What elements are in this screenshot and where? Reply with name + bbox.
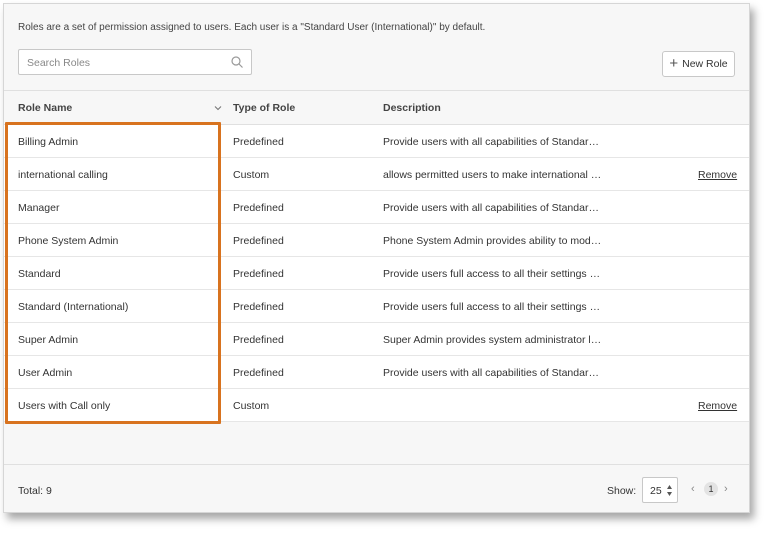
table-footer: Total: 9 Show: 25 ‹ 1 › xyxy=(4,464,749,512)
role-description-cell: Phone System Admin provides ability to m… xyxy=(383,235,603,247)
previous-page-button[interactable]: ‹ xyxy=(691,483,695,495)
role-name-cell: Users with Call only xyxy=(18,400,111,412)
table-row[interactable]: Users with Call only Custom Remove xyxy=(4,389,749,422)
page-size-select[interactable]: 25 xyxy=(642,477,678,503)
search-placeholder: Search Roles xyxy=(27,57,91,69)
role-name-cell: User Admin xyxy=(18,367,73,379)
role-type-cell: Predefined xyxy=(233,367,284,379)
role-description-cell: Provide users with all capabilities of S… xyxy=(383,367,603,379)
table-row[interactable]: international calling Custom allows permit… xyxy=(4,158,749,191)
table-row[interactable]: Billing Admin Predefined Provide users wit… xyxy=(4,125,749,158)
total-count: Total: 9 xyxy=(18,485,52,497)
search-input[interactable]: Search Roles xyxy=(18,49,252,75)
role-name-cell: Standard xyxy=(18,268,61,280)
role-description-cell: Super Admin provides system administrato… xyxy=(383,334,603,346)
new-role-label: New Role xyxy=(682,58,728,70)
role-type-cell: Predefined xyxy=(233,334,284,346)
role-name-cell: Super Admin xyxy=(18,334,79,346)
column-header-role-name[interactable]: Role Name xyxy=(18,102,72,114)
new-role-button[interactable]: + New Role xyxy=(662,51,735,77)
intro-text: Roles are a set of permission assigned t… xyxy=(18,22,486,33)
chevron-down-icon[interactable] xyxy=(213,103,223,113)
role-type-cell: Predefined xyxy=(233,136,284,148)
role-description-cell: Provide users full access to all their s… xyxy=(383,301,603,313)
role-type-cell: Predefined xyxy=(233,235,284,247)
remove-link[interactable]: Remove xyxy=(698,400,737,412)
role-type-cell: Custom xyxy=(233,169,270,181)
plus-icon: + xyxy=(669,55,679,72)
table-row[interactable]: Standard (International) Predefined Provid… xyxy=(4,290,749,323)
role-description-cell: Provide users full access to all their s… xyxy=(383,268,603,280)
role-type-cell: Custom xyxy=(233,400,270,412)
role-name-cell: international calling xyxy=(18,169,108,181)
role-description-cell: Provide users with all capabilities of S… xyxy=(383,136,603,148)
table-row[interactable]: Standard Predefined Provide users full acc… xyxy=(4,257,749,290)
up-down-icon xyxy=(667,485,672,496)
role-name-cell: Phone System Admin xyxy=(18,235,119,247)
table-row[interactable]: Phone System Admin Predefined Phone System… xyxy=(4,224,749,257)
search-icon xyxy=(231,56,243,68)
role-name-cell: Standard (International) xyxy=(18,301,129,313)
table-row[interactable]: User Admin Predefined Provide users with a… xyxy=(4,356,749,389)
roles-panel: Roles are a set of permission assigned t… xyxy=(3,3,750,513)
role-name-cell: Billing Admin xyxy=(18,136,79,148)
role-type-cell: Predefined xyxy=(233,268,284,280)
role-name-cell: Manager xyxy=(18,202,60,214)
role-description-cell: Provide users with all capabilities of S… xyxy=(383,202,603,214)
role-type-cell: Predefined xyxy=(233,301,284,313)
show-label: Show: xyxy=(607,485,637,497)
page-size-value: 25 xyxy=(650,485,662,497)
table-row[interactable]: Super Admin Predefined Super Admin provide… xyxy=(4,323,749,356)
table-row[interactable]: Manager Predefined Provide users with all … xyxy=(4,191,749,224)
role-type-cell: Predefined xyxy=(233,202,284,214)
next-page-button[interactable]: › xyxy=(724,483,728,495)
column-header-description: Description xyxy=(383,102,441,114)
roles-table: Role Name Type of Role Description Billi… xyxy=(4,90,749,422)
role-description-cell: allows permitted users to make internati… xyxy=(383,169,603,181)
table-header: Role Name Type of Role Description xyxy=(4,91,749,125)
remove-link[interactable]: Remove xyxy=(698,169,737,181)
column-header-type: Type of Role xyxy=(233,102,296,114)
page-number-button[interactable]: 1 xyxy=(704,482,718,496)
